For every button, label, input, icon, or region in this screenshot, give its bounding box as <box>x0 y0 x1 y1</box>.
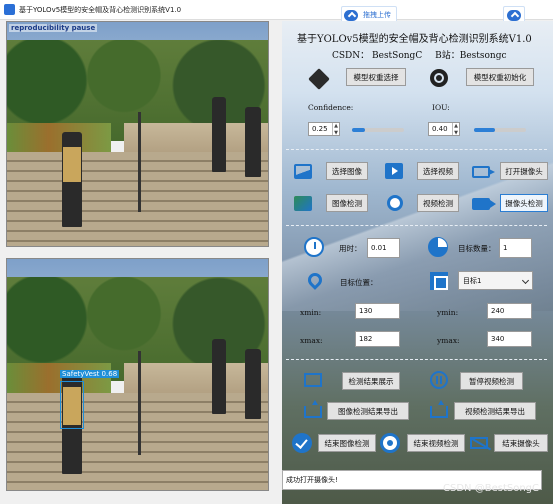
ymin-field: 240 <box>487 303 532 319</box>
xmax-label: xmax: <box>300 336 323 345</box>
confidence-spinbox[interactable]: 0.25 ▲ ▼ <box>308 122 340 136</box>
check-circle-icon <box>292 433 312 453</box>
pie-chart-icon <box>428 237 448 257</box>
camera-icon <box>472 166 495 178</box>
camera-detect-button[interactable]: 摄像头检测 <box>500 194 548 212</box>
spin-arrows-icon[interactable]: ▲ ▼ <box>452 123 459 136</box>
video-camera-icon <box>472 198 496 210</box>
cloud-upload-icon <box>507 9 521 21</box>
confidence-label: Confidence: <box>308 103 354 112</box>
detection-frame <box>7 259 268 490</box>
end-video-detect-button[interactable]: 结束视频检测 <box>407 434 465 452</box>
export-image-results-button[interactable]: 图像检测结果导出 <box>327 402 409 420</box>
end-camera-button[interactable]: 结束摄像头 <box>494 434 548 452</box>
image-detect-button[interactable]: 图像检测 <box>326 194 368 212</box>
display-results-icon <box>304 373 322 387</box>
position-label: 目标位置： <box>340 278 378 287</box>
detection-video-panel: SafetyVest 0.68 <box>6 258 269 491</box>
count-label: 目标数量： <box>458 244 496 253</box>
pause-video-button[interactable]: 暂停视频检测 <box>460 372 523 390</box>
confidence-slider-fill <box>352 128 365 132</box>
gear-icon <box>430 69 448 87</box>
xmax-field: 182 <box>355 331 400 347</box>
select-weights-button[interactable]: 模型权重选择 <box>346 68 406 86</box>
ymax-label: ymax: <box>437 336 460 345</box>
target-box-icon <box>430 272 448 290</box>
open-camera-button[interactable]: 打开摄像头 <box>500 162 548 180</box>
target-select-value: 目标1 <box>463 276 482 285</box>
stop-circle-icon <box>380 433 400 453</box>
window-title: 基于YOLOv5模型的安全帽及背心检测识别系统V1.0 <box>19 6 182 14</box>
image-icon <box>294 164 312 179</box>
iou-slider[interactable] <box>474 128 526 132</box>
video-play-icon <box>385 163 403 179</box>
end-image-detect-button[interactable]: 结束图像检测 <box>318 434 376 452</box>
xmin-field: 130 <box>355 303 400 319</box>
confidence-value: 0.25 <box>312 125 328 133</box>
show-results-button[interactable]: 检测结果展示 <box>342 372 400 390</box>
csdn-watermark: CSDN @BestSongC <box>443 483 539 494</box>
export-icon <box>430 400 448 418</box>
target-select[interactable]: 目标1 <box>458 271 533 290</box>
panel-title: 基于YOLOv5模型的安全帽及背心检测识别系统V1.0 <box>297 34 532 45</box>
chevron-down-icon <box>521 276 530 285</box>
divider <box>286 359 547 360</box>
control-panel: 基于YOLOv5模型的安全帽及背心检测识别系统V1.0 CSDN： BestSo… <box>282 21 553 504</box>
app-icon <box>4 4 15 15</box>
cube-icon <box>308 68 330 90</box>
camera-off-icon <box>470 437 488 449</box>
photo-detect-icon <box>294 196 312 211</box>
pause-icon <box>430 371 448 389</box>
cloud-upload-icon <box>344 9 358 21</box>
camera-frame <box>7 22 268 246</box>
iou-spinbox[interactable]: 0.40 ▲ ▼ <box>428 122 460 136</box>
spin-arrows-icon[interactable]: ▲ ▼ <box>332 123 339 136</box>
ymax-field: 340 <box>487 331 532 347</box>
detection-label: SafetyVest 0.68 <box>60 370 120 378</box>
clock-icon <box>304 237 324 257</box>
confidence-slider[interactable] <box>352 128 404 132</box>
export-video-results-button[interactable]: 视频检测结果导出 <box>454 402 536 420</box>
iou-slider-fill <box>474 128 495 132</box>
ymin-label: ymin: <box>437 308 459 317</box>
select-image-button[interactable]: 选择图像 <box>326 162 368 180</box>
count-field: 1 <box>499 238 532 258</box>
csdn-text: CSDN： BestSongC <box>332 51 423 61</box>
video-detect-button[interactable]: 视频检测 <box>417 194 459 212</box>
init-weights-button[interactable]: 模型权重初始化 <box>466 68 534 86</box>
watermark-text: reproducibility pause <box>9 24 98 32</box>
iou-label: IOU: <box>432 103 450 112</box>
author-info: CSDN： BestSongC B站：Bestsongc <box>332 48 517 61</box>
title-bar: 基于YOLOv5模型的安全帽及背心检测识别系统V1.0 <box>0 0 553 20</box>
detection-bounding-box <box>60 381 84 429</box>
select-video-button[interactable]: 选择视频 <box>417 162 459 180</box>
divider <box>286 149 547 150</box>
divider <box>286 225 547 226</box>
export-icon <box>304 400 322 418</box>
xmin-label: xmin: <box>300 308 322 317</box>
webcam-icon <box>387 195 403 211</box>
source-video-panel: reproducibility pause <box>6 21 269 247</box>
time-label: 用时： <box>339 244 362 253</box>
bilibili-text: B站：Bestsongc <box>435 51 507 61</box>
iou-value: 0.40 <box>432 125 448 133</box>
drag-upload-label: 拖拽上传 <box>363 11 391 19</box>
time-field: 0.01 <box>367 238 400 258</box>
